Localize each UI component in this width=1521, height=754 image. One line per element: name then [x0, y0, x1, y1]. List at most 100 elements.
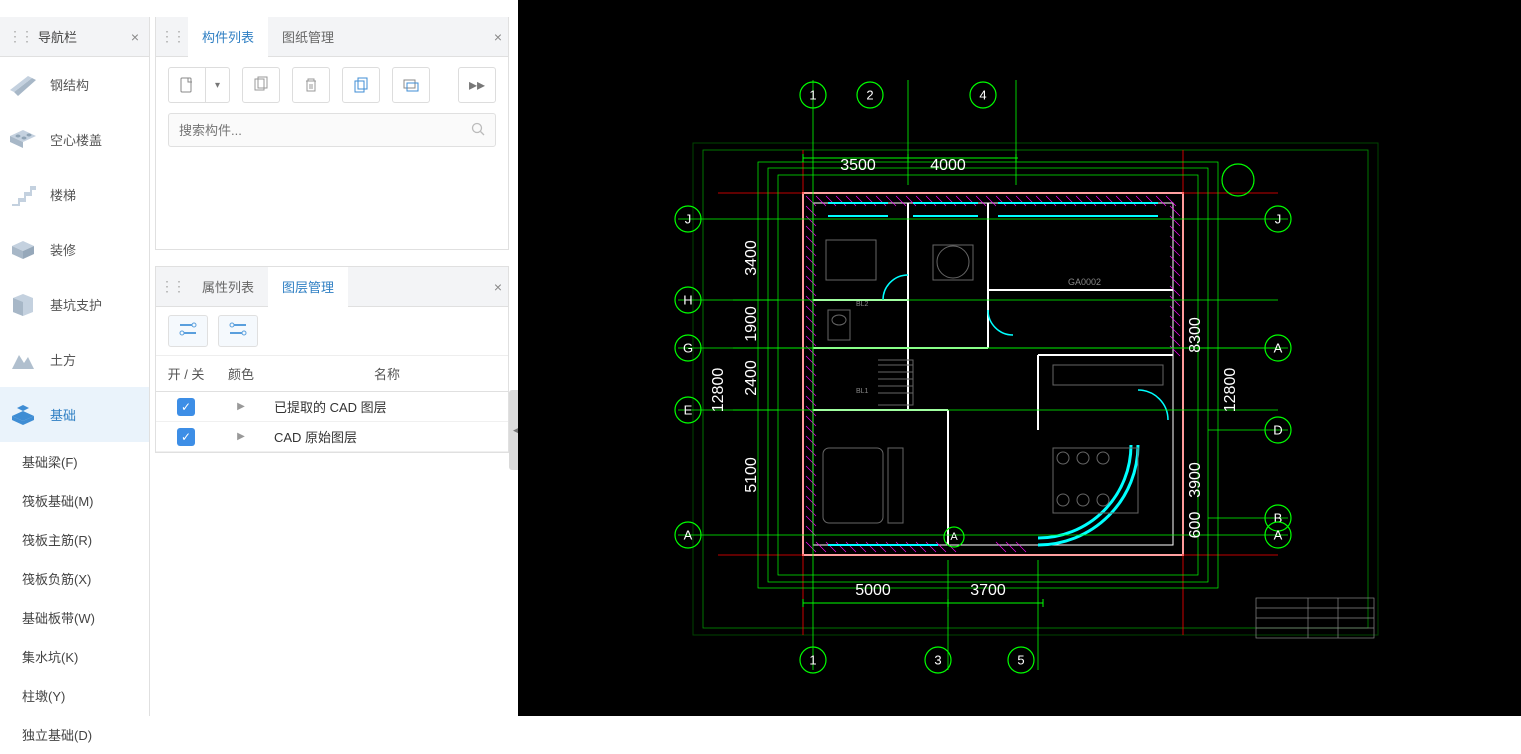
properties-panel: ⋮⋮ 属性列表 图层管理 × 开 / 关 颜色 名称 ✓ ▶ 已提取的 CAD … [155, 266, 509, 453]
layer-checkbox[interactable]: ✓ [156, 398, 216, 416]
expand-icon[interactable]: ▶ [216, 401, 266, 412]
svg-text:1900: 1900 [743, 306, 760, 342]
close-icon[interactable]: × [488, 279, 508, 295]
expand-icon[interactable]: ▶ [216, 431, 266, 442]
close-icon[interactable]: × [488, 29, 508, 45]
drag-handle-icon[interactable]: ⋮⋮ [4, 28, 36, 45]
tab-drawing-mgmt[interactable]: 图纸管理 [268, 17, 348, 56]
sub-item[interactable]: 柱墩(Y) [0, 676, 149, 715]
pit-icon [10, 292, 36, 318]
nav-item-steel[interactable]: 钢结构 [0, 57, 149, 112]
layer-name: 已提取的 CAD 图层 [266, 397, 508, 416]
sub-item[interactable]: 筏板主筋(R) [0, 520, 149, 559]
stair-icon [10, 182, 36, 208]
col-onoff: 开 / 关 [156, 356, 216, 391]
col-color: 颜色 [216, 356, 266, 391]
svg-text:3: 3 [934, 653, 941, 668]
layer-row[interactable]: ✓ ▶ CAD 原始图层 [156, 422, 508, 452]
svg-text:4000: 4000 [930, 157, 966, 174]
svg-text:1: 1 [809, 653, 816, 668]
svg-text:BL2: BL2 [856, 301, 869, 308]
nav-item-label: 楼梯 [50, 185, 76, 204]
search-icon [471, 122, 485, 139]
svg-text:5100: 5100 [743, 457, 760, 493]
svg-text:D: D [1273, 423, 1282, 438]
new-dropdown[interactable]: ▾ [205, 68, 229, 102]
close-icon[interactable]: × [125, 29, 145, 45]
svg-text:J: J [685, 212, 692, 227]
svg-text:2: 2 [866, 88, 873, 103]
nav-item-label: 土方 [50, 350, 76, 369]
svg-text:A: A [684, 528, 693, 543]
svg-text:BL1: BL1 [856, 388, 869, 395]
middle-panels: ⋮⋮ 构件列表 图纸管理 × ▾ ▸▸ [155, 17, 509, 716]
drag-handle-icon[interactable]: ⋮⋮ [156, 278, 188, 295]
col-name: 名称 [266, 356, 508, 391]
svg-text:3900: 3900 [1187, 462, 1204, 498]
svg-text:GA0002: GA0002 [1068, 277, 1101, 287]
more-button[interactable]: ▸▸ [459, 68, 495, 102]
svg-text:E: E [684, 403, 693, 418]
svg-text:4: 4 [979, 88, 986, 103]
new-button[interactable] [169, 68, 205, 102]
nav-item-label: 空心楼盖 [50, 130, 102, 149]
nav-item-label: 基础 [50, 405, 76, 424]
tool-group-new: ▾ [168, 67, 230, 103]
sub-item[interactable]: 集水坑(K) [0, 637, 149, 676]
layer-row[interactable]: ✓ ▶ 已提取的 CAD 图层 [156, 392, 508, 422]
sub-item[interactable]: 筏板负筋(X) [0, 559, 149, 598]
drag-handle-icon[interactable]: ⋮⋮ [156, 28, 188, 45]
drawing-canvas[interactable]: 1 2 4 1 3 5 J H G E A J A D B A A 3500 4… [518, 0, 1521, 716]
layer-tool-a[interactable] [168, 315, 208, 347]
svg-text:A: A [1274, 341, 1283, 356]
search-box[interactable] [168, 113, 496, 147]
svg-text:H: H [683, 293, 692, 308]
svg-text:1: 1 [809, 88, 816, 103]
nav-item-stair[interactable]: 楼梯 [0, 167, 149, 222]
sub-item[interactable]: 独立基础(D) [0, 715, 149, 754]
nav-item-pit-support[interactable]: 基坑支护 [0, 277, 149, 332]
nav-item-foundation[interactable]: 基础 [0, 387, 149, 442]
svg-text:2400: 2400 [743, 360, 760, 396]
sub-item[interactable]: 筏板基础(M) [0, 481, 149, 520]
component-toolbar: ▾ ▸▸ [156, 57, 508, 113]
navigation-panel: ⋮⋮ 导航栏 × 钢结构 空心楼盖 楼梯 装修 基坑支护 土方 [0, 17, 150, 716]
sub-item[interactable]: 基础板带(W) [0, 598, 149, 637]
tab-component-list[interactable]: 构件列表 [188, 17, 268, 56]
svg-text:3500: 3500 [840, 157, 876, 174]
search-input[interactable] [179, 123, 471, 138]
svg-text:8300: 8300 [1187, 317, 1204, 353]
layer-tool-b[interactable] [218, 315, 258, 347]
component-tab-header: ⋮⋮ 构件列表 图纸管理 × [156, 17, 508, 57]
delete-button[interactable] [293, 68, 329, 102]
svg-text:G: G [683, 341, 693, 356]
decoration-icon [10, 237, 36, 263]
nav-item-decoration[interactable]: 装修 [0, 222, 149, 277]
hollow-icon [10, 127, 36, 153]
nav-list: 钢结构 空心楼盖 楼梯 装修 基坑支护 土方 基础 基础梁(F) 筏板基础(M) [0, 57, 149, 754]
layer-table-header: 开 / 关 颜色 名称 [156, 356, 508, 392]
sub-item[interactable]: 基础梁(F) [0, 442, 149, 481]
svg-text:600: 600 [1187, 512, 1204, 539]
svg-text:A: A [1274, 528, 1283, 543]
foundation-icon [10, 402, 36, 428]
layer-button[interactable] [393, 68, 429, 102]
copy-button[interactable] [243, 68, 279, 102]
nav-header: ⋮⋮ 导航栏 × [0, 17, 149, 57]
nav-item-label: 钢结构 [50, 75, 89, 94]
svg-text:12800: 12800 [710, 368, 727, 413]
nav-item-earthwork[interactable]: 土方 [0, 332, 149, 387]
svg-text:3400: 3400 [743, 240, 760, 276]
svg-text:A: A [950, 531, 958, 543]
tab-properties[interactable]: 属性列表 [188, 267, 268, 306]
svg-text:J: J [1275, 212, 1282, 227]
nav-title: 导航栏 [36, 27, 125, 46]
copy2-button[interactable] [343, 68, 379, 102]
layer-tools [156, 307, 508, 356]
svg-text:B: B [1274, 511, 1283, 526]
layer-checkbox[interactable]: ✓ [156, 428, 216, 446]
tab-layer-mgmt[interactable]: 图层管理 [268, 267, 348, 306]
svg-text:5000: 5000 [855, 582, 891, 599]
svg-text:3700: 3700 [970, 582, 1006, 599]
nav-item-hollow[interactable]: 空心楼盖 [0, 112, 149, 167]
